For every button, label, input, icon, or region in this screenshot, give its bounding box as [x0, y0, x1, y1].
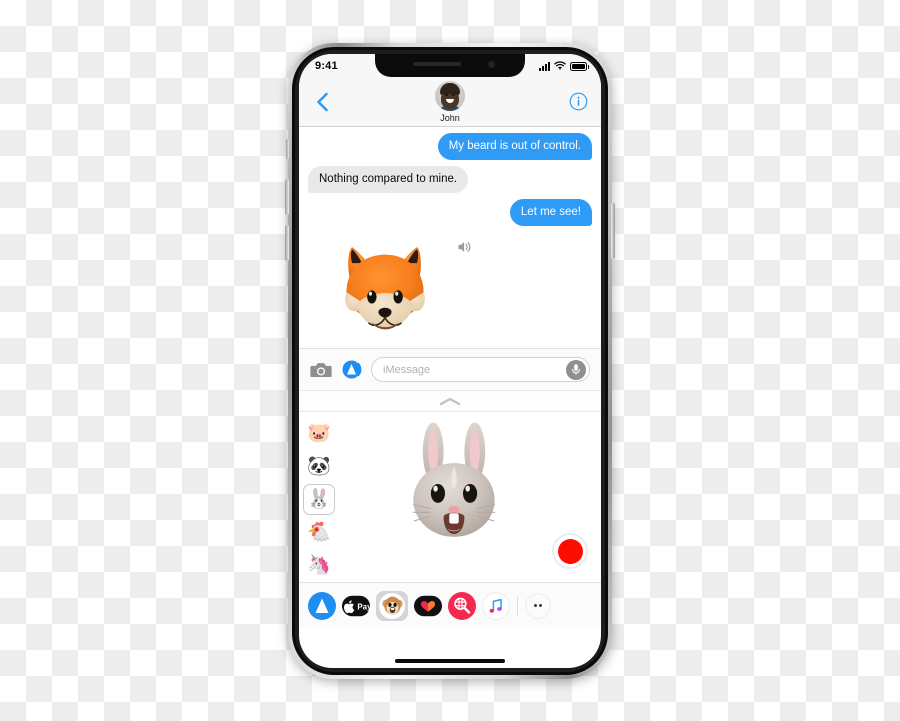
phone-screen: 9:41 John My beard is out of control. No…: [299, 54, 601, 668]
animoji-character-chicken[interactable]: 🐔: [303, 517, 335, 548]
wifi-icon: [554, 61, 566, 70]
power-button[interactable]: [611, 203, 615, 259]
microphone-icon[interactable]: [566, 359, 586, 380]
svg-text:Pay: Pay: [357, 602, 370, 611]
animoji-message[interactable]: [308, 232, 592, 344]
message-bubble-outgoing[interactable]: My beard is out of control.: [437, 133, 597, 160]
app-store-icon[interactable]: [341, 359, 362, 380]
animoji-character-unicorn[interactable]: 🦄: [303, 550, 335, 581]
animoji-preview-area[interactable]: [339, 412, 601, 582]
animoji-character-glyph: 🐼: [307, 456, 331, 477]
app-icon-app-store[interactable]: [308, 591, 336, 620]
conversation-thread: My beard is out of control. Nothing comp…: [299, 127, 601, 348]
animoji-character-glyph: 🐷: [307, 423, 331, 444]
fox-animoji[interactable]: [338, 238, 432, 338]
message-input-field[interactable]: iMessage: [371, 357, 590, 382]
animoji-character-glyph: 🦄: [307, 555, 331, 576]
info-icon[interactable]: [569, 92, 588, 111]
imessage-app-drawer: Pay: [299, 582, 601, 628]
volume-up-button[interactable]: [285, 179, 289, 215]
drawer-divider: [517, 595, 518, 616]
navigation-bar: John: [299, 78, 601, 127]
animoji-character-pig[interactable]: 🐷: [303, 418, 335, 449]
app-icon-images[interactable]: [448, 591, 476, 620]
app-icon-animoji[interactable]: [376, 590, 408, 621]
chevron-up-icon: [439, 397, 461, 405]
animoji-character-rabbit[interactable]: 🐰: [303, 484, 335, 515]
app-icon-digital-touch[interactable]: [414, 592, 442, 620]
speaker-volume-icon[interactable]: [457, 240, 474, 254]
message-input-placeholder: iMessage: [383, 363, 431, 376]
earpiece-speaker: [413, 62, 461, 66]
camera-icon[interactable]: [310, 361, 332, 379]
message-row: My beard is out of control.: [308, 133, 597, 160]
panel-grabber[interactable]: [299, 390, 601, 411]
cellular-bars-icon: [539, 61, 550, 71]
battery-icon: [570, 61, 589, 71]
record-button[interactable]: [552, 533, 588, 569]
animoji-panel: 🐷 🐼 🐰 🐔 🦄: [299, 411, 601, 582]
contact-header[interactable]: John: [435, 81, 465, 123]
front-camera-icon: [488, 61, 495, 68]
message-bubble-outgoing[interactable]: Let me see!: [509, 199, 597, 226]
back-chevron-icon[interactable]: [311, 91, 333, 113]
more-apps-icon[interactable]: [525, 592, 551, 619]
app-icon-music[interactable]: [482, 591, 510, 620]
volume-down-button[interactable]: [285, 225, 289, 261]
animoji-character-glyph: 🐔: [307, 522, 331, 543]
animoji-character-glyph: 🐰: [307, 489, 331, 510]
contact-avatar: [435, 81, 465, 111]
animoji-character-panda[interactable]: 🐼: [303, 451, 335, 482]
silent-switch[interactable]: [286, 139, 289, 159]
contact-name: John: [440, 113, 460, 123]
status-indicators: [539, 61, 589, 71]
message-row: Nothing compared to mine.: [303, 166, 592, 193]
home-indicator[interactable]: [395, 659, 505, 663]
iphone-device: 9:41 John My beard is out of control. No…: [285, 43, 615, 679]
message-row: Let me see!: [308, 199, 597, 226]
record-dot-icon: [557, 538, 583, 564]
message-bubble-incoming[interactable]: Nothing compared to mine.: [303, 166, 469, 193]
message-input-bar: iMessage: [299, 348, 601, 390]
notch: [375, 54, 525, 77]
rabbit-animoji-preview[interactable]: [402, 421, 506, 545]
app-icon-apple-pay[interactable]: Pay: [342, 592, 370, 620]
animoji-character-rail: 🐷 🐼 🐰 🐔 🦄: [299, 412, 339, 582]
status-time: 9:41: [315, 60, 338, 72]
